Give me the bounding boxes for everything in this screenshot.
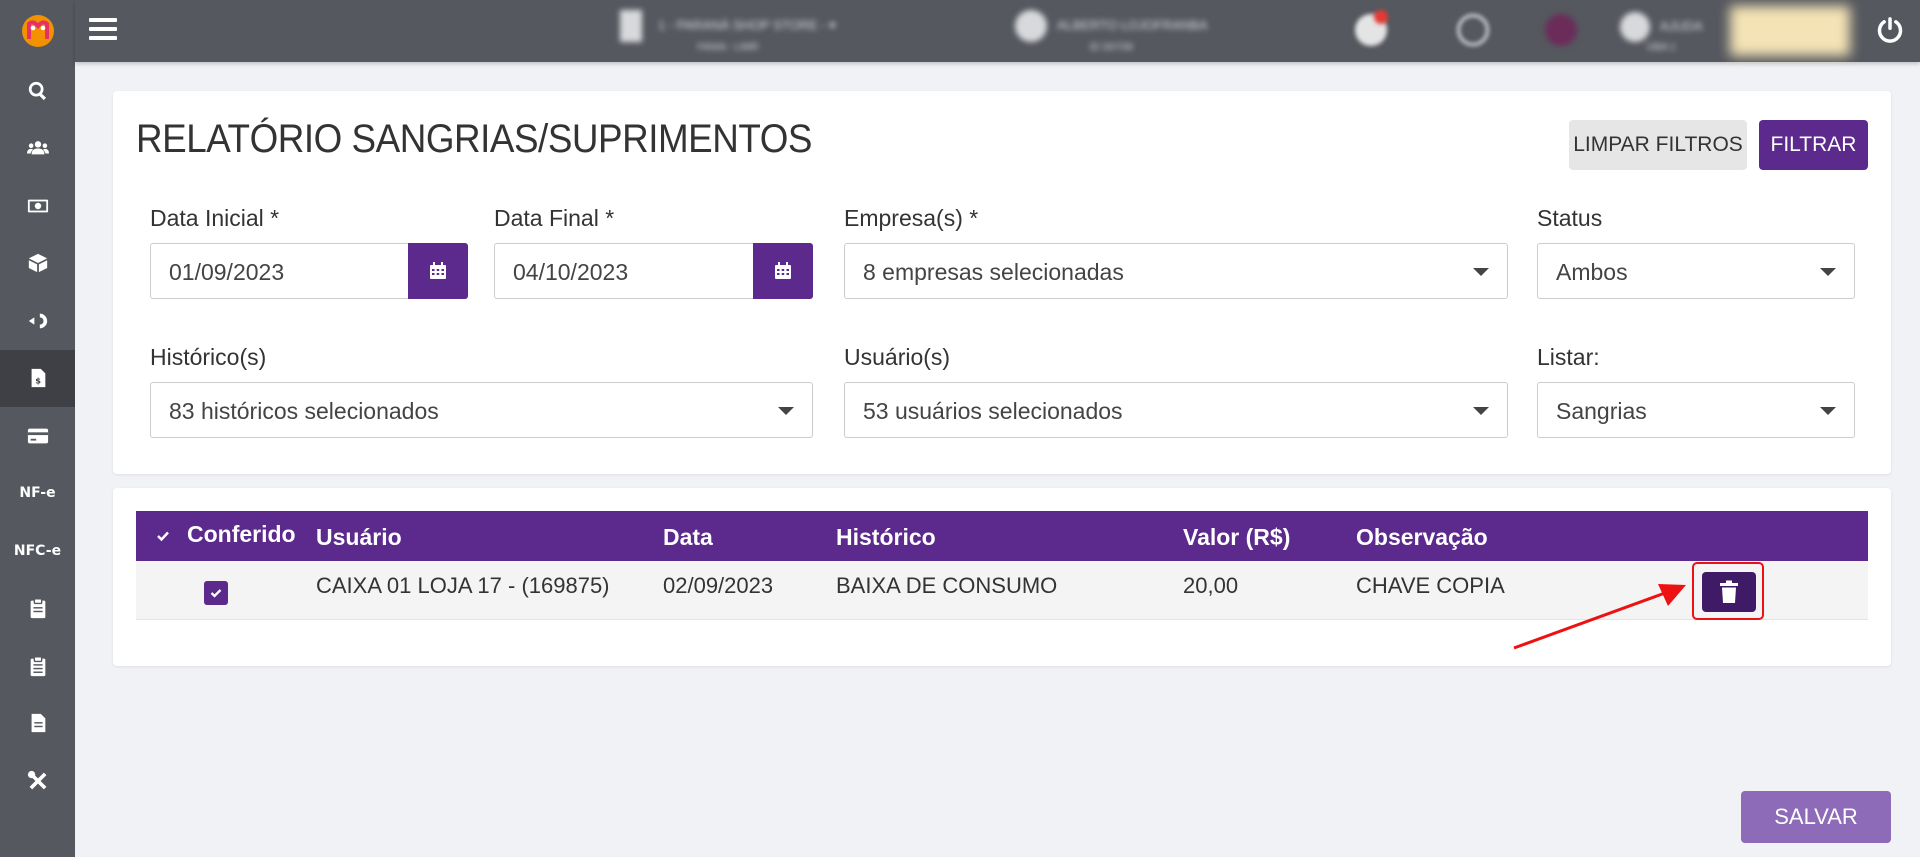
- column-header-checked: Conferido: [187, 521, 296, 547]
- filters-card: RELATÓRIO SANGRIAS/SUPRIMENTOS LIMPAR FI…: [113, 91, 1891, 474]
- app-logo-icon[interactable]: [0, 0, 75, 62]
- check-icon: [210, 589, 222, 598]
- delete-button[interactable]: [1702, 572, 1756, 612]
- column-header-user: Usuário: [316, 524, 402, 550]
- credit-card-icon: [27, 428, 48, 444]
- sidebar-item-tools[interactable]: [0, 752, 75, 810]
- store-icon: [620, 10, 642, 42]
- companies-label: Empresa(s) *: [844, 205, 979, 231]
- sidebar-item-nfe[interactable]: NF-e: [0, 465, 75, 523]
- chevron-down-icon: [778, 407, 794, 415]
- company-logo: [1730, 6, 1850, 56]
- box-icon: [28, 254, 47, 273]
- start-date-label: Data Inicial *: [150, 205, 280, 231]
- save-button[interactable]: SALVAR: [1741, 791, 1891, 843]
- histories-label: Histórico(s): [150, 344, 267, 370]
- start-date-field[interactable]: 01/09/2023: [150, 243, 468, 299]
- users-icon: [26, 141, 49, 155]
- sidebar-item-cash[interactable]: [0, 177, 75, 235]
- clear-filters-button[interactable]: LIMPAR FILTROS: [1569, 120, 1747, 170]
- users-label: Usuário(s): [844, 344, 951, 370]
- notification-badge: [1374, 10, 1388, 24]
- user-icon: [1015, 10, 1047, 42]
- sidebar-item-cards[interactable]: [0, 407, 75, 465]
- companies-select[interactable]: 8 empresas selecionadas: [844, 243, 1508, 299]
- exchange-icon: [28, 313, 47, 329]
- help-icon: [1620, 12, 1650, 42]
- star-icon[interactable]: [1457, 14, 1489, 46]
- store-selector[interactable]: 1 - PARANÁ SHOP STORE - ▾ FANIA - LIMR: [620, 10, 836, 53]
- help-link[interactable]: AJUDA OBA 1: [1620, 12, 1703, 53]
- chevron-down-icon: [1473, 268, 1489, 276]
- sidebar-item-nfce[interactable]: NFC-e: [0, 522, 75, 580]
- chevron-down-icon: [1820, 268, 1836, 276]
- report-money-icon: $: [31, 369, 45, 388]
- search-icon: [28, 81, 46, 100]
- calendar-icon[interactable]: [408, 243, 468, 299]
- money-icon: [27, 199, 48, 213]
- list-select[interactable]: Sangrias: [1537, 382, 1855, 438]
- sidebar-item-clipboard[interactable]: [0, 580, 75, 638]
- svg-text:$: $: [35, 376, 41, 386]
- annotation-arrow: [1513, 584, 1686, 650]
- status-select[interactable]: Ambos: [1537, 243, 1855, 299]
- column-header-value: Valor (R$): [1183, 524, 1291, 550]
- sidebar-item-users[interactable]: [0, 120, 75, 178]
- cell-note: CHAVE COPIA: [1356, 573, 1505, 598]
- page-title: RELATÓRIO SANGRIAS/SUPRIMENTOS: [136, 117, 812, 161]
- list-label: Listar:: [1537, 344, 1600, 370]
- cell-user: CAIXA 01 LOJA 17 - (169875): [316, 573, 610, 598]
- sidebar-item-documents[interactable]: [0, 695, 75, 753]
- column-header-note: Observação: [1356, 524, 1488, 550]
- avatar[interactable]: [1545, 14, 1577, 46]
- delete-highlight: [1692, 562, 1764, 620]
- status-label: Status: [1537, 205, 1603, 231]
- chevron-down-icon: [1473, 407, 1489, 415]
- end-date-field[interactable]: 04/10/2023: [494, 243, 813, 299]
- users-select[interactable]: 53 usuários selecionados: [844, 382, 1508, 438]
- calendar-icon[interactable]: [753, 243, 813, 299]
- column-header-date: Data: [663, 524, 713, 550]
- cell-date: 02/09/2023: [663, 573, 774, 598]
- clipboard-check-icon: [30, 655, 45, 676]
- cell-history: BAIXA DE CONSUMO: [836, 573, 1058, 598]
- user-info[interactable]: ALBERTO LOJOFRANBA ID 337/39: [1015, 10, 1208, 53]
- cell-value: 20,00: [1183, 573, 1239, 598]
- tools-icon: [27, 770, 46, 790]
- sidebar-item-search[interactable]: [0, 62, 75, 120]
- filter-button[interactable]: FILTRAR: [1759, 120, 1868, 170]
- chevron-down-icon: [1820, 407, 1836, 415]
- row-checkbox[interactable]: [204, 581, 228, 605]
- sidebar-item-products[interactable]: [0, 235, 75, 293]
- power-icon[interactable]: [1876, 16, 1904, 44]
- document-icon: [31, 714, 45, 733]
- column-header-history: Histórico: [836, 524, 936, 550]
- table-header: Conferido Usuário Data Histórico Valor (…: [136, 511, 1868, 561]
- histories-select[interactable]: 83 históricos selecionados: [150, 382, 813, 438]
- end-date-label: Data Final *: [494, 205, 615, 231]
- clipboard-icon: [30, 598, 45, 619]
- topbar: 1 - PARANÁ SHOP STORE - ▾ FANIA - LIMR A…: [75, 0, 1920, 62]
- sidebar-item-clipboard-check[interactable]: [0, 637, 75, 695]
- menu-icon[interactable]: [89, 18, 117, 42]
- trash-icon: [1720, 580, 1738, 603]
- sidebar: $ NF-e NFC-e: [0, 0, 75, 857]
- check-all-icon[interactable]: [156, 529, 170, 543]
- sidebar-item-exchange[interactable]: [0, 292, 75, 350]
- sidebar-item-reports-money[interactable]: $: [0, 349, 75, 407]
